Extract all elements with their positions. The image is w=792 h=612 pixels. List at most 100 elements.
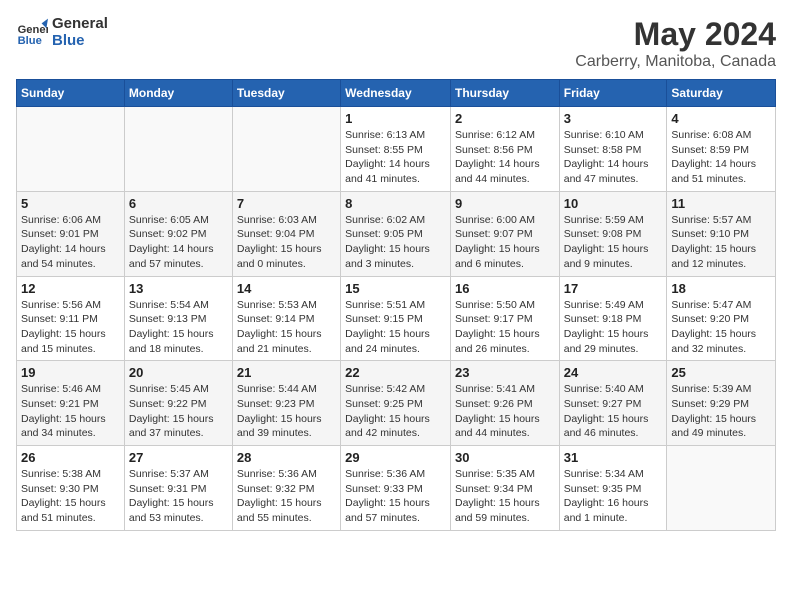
day-info: Sunrise: 6:12 AM Sunset: 8:56 PM Dayligh…	[455, 128, 555, 187]
calendar-cell: 12 Sunrise: 5:56 AM Sunset: 9:11 PM Dayli…	[17, 276, 125, 361]
day-number: 30	[455, 450, 555, 465]
day-number: 12	[21, 281, 120, 296]
day-info: Sunrise: 5:38 AM Sunset: 9:30 PM Dayligh…	[21, 467, 120, 526]
day-number: 7	[237, 196, 336, 211]
calendar-week-row: 12 Sunrise: 5:56 AM Sunset: 9:11 PM Dayli…	[17, 276, 776, 361]
calendar-week-row: 26 Sunrise: 5:38 AM Sunset: 9:30 PM Dayli…	[17, 446, 776, 531]
day-info: Sunrise: 6:06 AM Sunset: 9:01 PM Dayligh…	[21, 213, 120, 272]
weekday-header-wednesday: Wednesday	[341, 80, 451, 107]
weekday-header-tuesday: Tuesday	[232, 80, 340, 107]
day-info: Sunrise: 6:03 AM Sunset: 9:04 PM Dayligh…	[237, 213, 336, 272]
day-number: 27	[129, 450, 228, 465]
calendar-cell: 19Sunrise: 5:46 AM Sunset: 9:21 PM Dayli…	[17, 361, 125, 446]
calendar-cell	[667, 446, 776, 531]
weekday-header-friday: Friday	[559, 80, 667, 107]
day-number: 6	[129, 196, 228, 211]
logo-line1: General	[52, 16, 108, 33]
calendar-cell: 18 Sunrise: 5:47 AM Sunset: 9:20 PM Dayli…	[667, 276, 776, 361]
calendar-cell: 14 Sunrise: 5:53 AM Sunset: 9:14 PM Dayli…	[232, 276, 340, 361]
day-info: Sunrise: 5:49 AM Sunset: 9:18 PM Dayligh…	[564, 298, 663, 357]
day-info: Sunrise: 5:35 AM Sunset: 9:34 PM Dayligh…	[455, 467, 555, 526]
calendar-cell: 1Sunrise: 6:13 AM Sunset: 8:55 PM Daylig…	[341, 107, 451, 192]
calendar-cell	[232, 107, 340, 192]
calendar-cell: 6 Sunrise: 6:05 AM Sunset: 9:02 PM Daylig…	[124, 191, 232, 276]
weekday-header-sunday: Sunday	[17, 80, 125, 107]
day-info: Sunrise: 5:53 AM Sunset: 9:14 PM Dayligh…	[237, 298, 336, 357]
day-number: 24	[564, 365, 663, 380]
calendar-cell: 8Sunrise: 6:02 AM Sunset: 9:05 PM Daylig…	[341, 191, 451, 276]
day-number: 4	[671, 111, 771, 126]
day-number: 10	[564, 196, 663, 211]
day-number: 16	[455, 281, 555, 296]
day-info: Sunrise: 5:37 AM Sunset: 9:31 PM Dayligh…	[129, 467, 228, 526]
calendar-cell: 15 Sunrise: 5:51 AM Sunset: 9:15 PM Dayli…	[341, 276, 451, 361]
day-info: Sunrise: 5:34 AM Sunset: 9:35 PM Dayligh…	[564, 467, 663, 526]
logo-line2: Blue	[52, 33, 108, 50]
day-number: 26	[21, 450, 120, 465]
title-block: May 2024 Carberry, Manitoba, Canada	[575, 16, 776, 71]
day-number: 9	[455, 196, 555, 211]
calendar-cell: 24Sunrise: 5:40 AM Sunset: 9:27 PM Dayli…	[559, 361, 667, 446]
calendar-week-row: 19Sunrise: 5:46 AM Sunset: 9:21 PM Dayli…	[17, 361, 776, 446]
calendar-cell: 7 Sunrise: 6:03 AM Sunset: 9:04 PM Daylig…	[232, 191, 340, 276]
day-number: 3	[564, 111, 663, 126]
page-header: General Blue General Blue May 2024 Carbe…	[16, 16, 776, 71]
day-info: Sunrise: 5:46 AM Sunset: 9:21 PM Dayligh…	[21, 382, 120, 441]
calendar-cell: 3 Sunrise: 6:10 AM Sunset: 8:58 PM Daylig…	[559, 107, 667, 192]
day-info: Sunrise: 5:41 AM Sunset: 9:26 PM Dayligh…	[455, 382, 555, 441]
day-number: 17	[564, 281, 663, 296]
calendar-cell: 29Sunrise: 5:36 AM Sunset: 9:33 PM Dayli…	[341, 446, 451, 531]
day-number: 8	[345, 196, 446, 211]
day-info: Sunrise: 5:47 AM Sunset: 9:20 PM Dayligh…	[671, 298, 771, 357]
day-number: 13	[129, 281, 228, 296]
calendar-cell: 27 Sunrise: 5:37 AM Sunset: 9:31 PM Dayli…	[124, 446, 232, 531]
calendar-cell: 25Sunrise: 5:39 AM Sunset: 9:29 PM Dayli…	[667, 361, 776, 446]
calendar-cell: 22 Sunrise: 5:42 AM Sunset: 9:25 PM Dayli…	[341, 361, 451, 446]
calendar-cell: 30 Sunrise: 5:35 AM Sunset: 9:34 PM Dayli…	[450, 446, 559, 531]
day-info: Sunrise: 5:57 AM Sunset: 9:10 PM Dayligh…	[671, 213, 771, 272]
day-number: 15	[345, 281, 446, 296]
calendar-cell: 9 Sunrise: 6:00 AM Sunset: 9:07 PM Daylig…	[450, 191, 559, 276]
calendar-cell: 28 Sunrise: 5:36 AM Sunset: 9:32 PM Dayli…	[232, 446, 340, 531]
day-number: 23	[455, 365, 555, 380]
day-info: Sunrise: 6:00 AM Sunset: 9:07 PM Dayligh…	[455, 213, 555, 272]
location-title: Carberry, Manitoba, Canada	[575, 53, 776, 71]
day-number: 20	[129, 365, 228, 380]
day-info: Sunrise: 5:51 AM Sunset: 9:15 PM Dayligh…	[345, 298, 446, 357]
day-info: Sunrise: 6:05 AM Sunset: 9:02 PM Dayligh…	[129, 213, 228, 272]
weekday-header-monday: Monday	[124, 80, 232, 107]
calendar-cell: 16 Sunrise: 5:50 AM Sunset: 9:17 PM Dayli…	[450, 276, 559, 361]
day-info: Sunrise: 5:44 AM Sunset: 9:23 PM Dayligh…	[237, 382, 336, 441]
calendar-cell: 4 Sunrise: 6:08 AM Sunset: 8:59 PM Daylig…	[667, 107, 776, 192]
day-info: Sunrise: 5:39 AM Sunset: 9:29 PM Dayligh…	[671, 382, 771, 441]
day-info: Sunrise: 5:50 AM Sunset: 9:17 PM Dayligh…	[455, 298, 555, 357]
calendar-cell: 23 Sunrise: 5:41 AM Sunset: 9:26 PM Dayli…	[450, 361, 559, 446]
calendar-week-row: 1Sunrise: 6:13 AM Sunset: 8:55 PM Daylig…	[17, 107, 776, 192]
day-number: 28	[237, 450, 336, 465]
day-info: Sunrise: 5:56 AM Sunset: 9:11 PM Dayligh…	[21, 298, 120, 357]
svg-text:General: General	[18, 24, 48, 36]
day-number: 18	[671, 281, 771, 296]
weekday-header-thursday: Thursday	[450, 80, 559, 107]
day-info: Sunrise: 6:08 AM Sunset: 8:59 PM Dayligh…	[671, 128, 771, 187]
day-number: 14	[237, 281, 336, 296]
day-info: Sunrise: 5:45 AM Sunset: 9:22 PM Dayligh…	[129, 382, 228, 441]
calendar-cell: 31 Sunrise: 5:34 AM Sunset: 9:35 PM Dayli…	[559, 446, 667, 531]
calendar-cell: 20 Sunrise: 5:45 AM Sunset: 9:22 PM Dayli…	[124, 361, 232, 446]
calendar-table: SundayMondayTuesdayWednesdayThursdayFrid…	[16, 79, 776, 531]
calendar-cell: 5 Sunrise: 6:06 AM Sunset: 9:01 PM Daylig…	[17, 191, 125, 276]
day-number: 2	[455, 111, 555, 126]
day-number: 5	[21, 196, 120, 211]
day-number: 22	[345, 365, 446, 380]
day-info: Sunrise: 5:59 AM Sunset: 9:08 PM Dayligh…	[564, 213, 663, 272]
day-info: Sunrise: 5:36 AM Sunset: 9:32 PM Dayligh…	[237, 467, 336, 526]
calendar-cell: 13 Sunrise: 5:54 AM Sunset: 9:13 PM Dayli…	[124, 276, 232, 361]
day-info: Sunrise: 6:10 AM Sunset: 8:58 PM Dayligh…	[564, 128, 663, 187]
month-title: May 2024	[575, 16, 776, 53]
day-number: 31	[564, 450, 663, 465]
day-info: Sunrise: 5:54 AM Sunset: 9:13 PM Dayligh…	[129, 298, 228, 357]
day-info: Sunrise: 5:42 AM Sunset: 9:25 PM Dayligh…	[345, 382, 446, 441]
logo-icon: General Blue	[16, 17, 48, 49]
calendar-cell: 17 Sunrise: 5:49 AM Sunset: 9:18 PM Dayli…	[559, 276, 667, 361]
calendar-cell	[124, 107, 232, 192]
